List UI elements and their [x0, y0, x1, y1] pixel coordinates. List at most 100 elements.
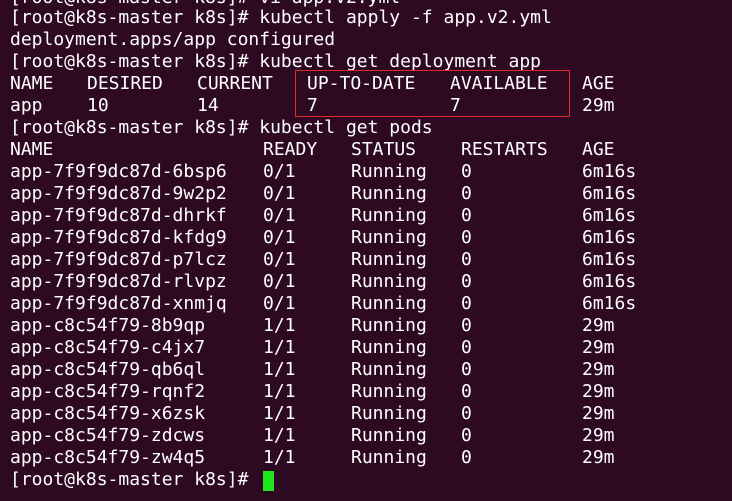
- pod-restarts: 0: [461, 447, 472, 468]
- deployment-header-current: CURRENT: [197, 73, 273, 94]
- pod-name: app-7f9f9dc87d-9w2p2: [10, 183, 227, 204]
- pod-name: app-7f9f9dc87d-rlvpz: [10, 271, 227, 292]
- deployment-desired: 10: [87, 95, 109, 116]
- pod-restarts: 0: [461, 183, 472, 204]
- terminal-window[interactable]: [root@k8s-master k8s]# vi app.v2.yml [ro…: [0, 0, 732, 501]
- pod-status: Running: [351, 205, 427, 226]
- final-prompt-line: [root@k8s-master k8s]#: [10, 469, 310, 491]
- pod-age: 6m16s: [582, 161, 637, 182]
- pod-status: Running: [351, 227, 427, 248]
- deployment-header-desired: DESIRED: [87, 73, 163, 94]
- deployment-current: 14: [197, 95, 219, 116]
- command-line-apply: [root@k8s-master k8s]# kubectl apply -f …: [10, 7, 552, 28]
- pod-ready: 0/1: [263, 161, 296, 182]
- pod-ready: 0/1: [263, 271, 296, 292]
- pod-ready: 1/1: [263, 425, 296, 446]
- command-line-get-deployment: [root@k8s-master k8s]# kubectl get deplo…: [10, 51, 542, 72]
- pod-ready: 0/1: [263, 227, 296, 248]
- apply-output: deployment.apps/app configured: [10, 29, 336, 50]
- pod-row: app-c8c54f79-zdcws 1/1 Running 0 29m: [10, 425, 710, 447]
- pod-restarts: 0: [461, 293, 472, 314]
- pod-row: app-c8c54f79-zw4q5 1/1 Running 0 29m: [10, 447, 710, 469]
- pod-ready: 0/1: [263, 205, 296, 226]
- pod-row: app-7f9f9dc87d-kfdg9 0/1 Running 0 6m16s: [10, 227, 710, 249]
- pod-age: 29m: [582, 425, 615, 446]
- pod-name: app-c8c54f79-qb6ql: [10, 359, 206, 380]
- deployment-row: app 10 14 7 7 29m: [10, 95, 710, 117]
- pod-name: app-c8c54f79-rqnf2: [10, 381, 206, 402]
- pod-age: 29m: [582, 337, 615, 358]
- pod-name: app-c8c54f79-c4jx7: [10, 337, 206, 358]
- pod-row: app-7f9f9dc87d-xnmjq 0/1 Running 0 6m16s: [10, 293, 710, 315]
- pod-status: Running: [351, 293, 427, 314]
- pod-restarts: 0: [461, 425, 472, 446]
- pod-status: Running: [351, 425, 427, 446]
- pod-status: Running: [351, 337, 427, 358]
- pod-row: app-7f9f9dc87d-rlvpz 0/1 Running 0 6m16s: [10, 271, 710, 293]
- pod-age: 6m16s: [582, 293, 637, 314]
- pod-name: app-7f9f9dc87d-dhrkf: [10, 205, 227, 226]
- pod-restarts: 0: [461, 359, 472, 380]
- pod-status: Running: [351, 249, 427, 270]
- pod-status: Running: [351, 161, 427, 182]
- pod-restarts: 0: [461, 403, 472, 424]
- pod-ready: 0/1: [263, 293, 296, 314]
- pod-name: app-7f9f9dc87d-kfdg9: [10, 227, 227, 248]
- pod-row: app-c8c54f79-8b9qp 1/1 Running 0 29m: [10, 315, 710, 337]
- terminal-cursor: [263, 471, 274, 491]
- pod-age: 6m16s: [582, 271, 637, 292]
- pod-name: app-7f9f9dc87d-6bsp6: [10, 161, 227, 182]
- deployment-header-row: NAME DESIRED CURRENT UP-TO-DATE AVAILABL…: [10, 73, 710, 95]
- pod-ready: 0/1: [263, 249, 296, 270]
- pod-restarts: 0: [461, 161, 472, 182]
- pod-restarts: 0: [461, 249, 472, 270]
- pod-row: app-c8c54f79-c4jx7 1/1 Running 0 29m: [10, 337, 710, 359]
- pod-row: app-7f9f9dc87d-9w2p2 0/1 Running 0 6m16s: [10, 183, 710, 205]
- deployment-header-up-to-date: UP-TO-DATE: [307, 73, 416, 94]
- pod-name: app-7f9f9dc87d-p7lcz: [10, 249, 227, 270]
- pod-restarts: 0: [461, 315, 472, 336]
- pod-restarts: 0: [461, 381, 472, 402]
- pod-status: Running: [351, 271, 427, 292]
- pod-restarts: 0: [461, 271, 472, 292]
- deployment-header-name: NAME: [10, 73, 54, 94]
- pod-age: 29m: [582, 359, 615, 380]
- pod-ready: 1/1: [263, 403, 296, 424]
- deployment-name: app: [10, 95, 43, 116]
- deployment-up-to-date: 7: [307, 95, 318, 116]
- deployment-age: 29m: [582, 95, 615, 116]
- pod-row: app-c8c54f79-rqnf2 1/1 Running 0 29m: [10, 381, 710, 403]
- pod-age: 6m16s: [582, 249, 637, 270]
- pod-status: Running: [351, 403, 427, 424]
- pod-row: app-7f9f9dc87d-p7lcz 0/1 Running 0 6m16s: [10, 249, 710, 271]
- command-line-get-pods: [root@k8s-master k8s]# kubectl get pods: [10, 117, 433, 138]
- final-prompt: [root@k8s-master k8s]#: [10, 469, 260, 490]
- pod-restarts: 0: [461, 227, 472, 248]
- pod-age: 29m: [582, 381, 615, 402]
- pod-status: Running: [351, 315, 427, 336]
- pod-age: 29m: [582, 447, 615, 468]
- pod-row: app-c8c54f79-x6zsk 1/1 Running 0 29m: [10, 403, 710, 425]
- pods-header-row: NAME READY STATUS RESTARTS AGE: [10, 139, 710, 161]
- pod-row: app-7f9f9dc87d-6bsp6 0/1 Running 0 6m16s: [10, 161, 710, 183]
- pod-row: app-7f9f9dc87d-dhrkf 0/1 Running 0 6m16s: [10, 205, 710, 227]
- pod-name: app-c8c54f79-zdcws: [10, 425, 206, 446]
- pods-header-name: NAME: [10, 139, 54, 160]
- pods-header-age: AGE: [582, 139, 615, 160]
- pods-header-restarts: RESTARTS: [461, 139, 548, 160]
- pod-name: app-c8c54f79-x6zsk: [10, 403, 206, 424]
- deployment-available: 7: [450, 95, 461, 116]
- pod-age: 6m16s: [582, 183, 637, 204]
- pod-row: app-c8c54f79-qb6ql 1/1 Running 0 29m: [10, 359, 710, 381]
- pods-header-ready: READY: [263, 139, 318, 160]
- pod-ready: 1/1: [263, 381, 296, 402]
- pod-name: app-7f9f9dc87d-xnmjq: [10, 293, 227, 314]
- pod-restarts: 0: [461, 205, 472, 226]
- deployment-header-available: AVAILABLE: [450, 73, 548, 94]
- pod-status: Running: [351, 447, 427, 468]
- pod-ready: 1/1: [263, 315, 296, 336]
- pod-age: 6m16s: [582, 227, 637, 248]
- pod-status: Running: [351, 381, 427, 402]
- pods-header-status: STATUS: [351, 139, 417, 160]
- pod-restarts: 0: [461, 337, 472, 358]
